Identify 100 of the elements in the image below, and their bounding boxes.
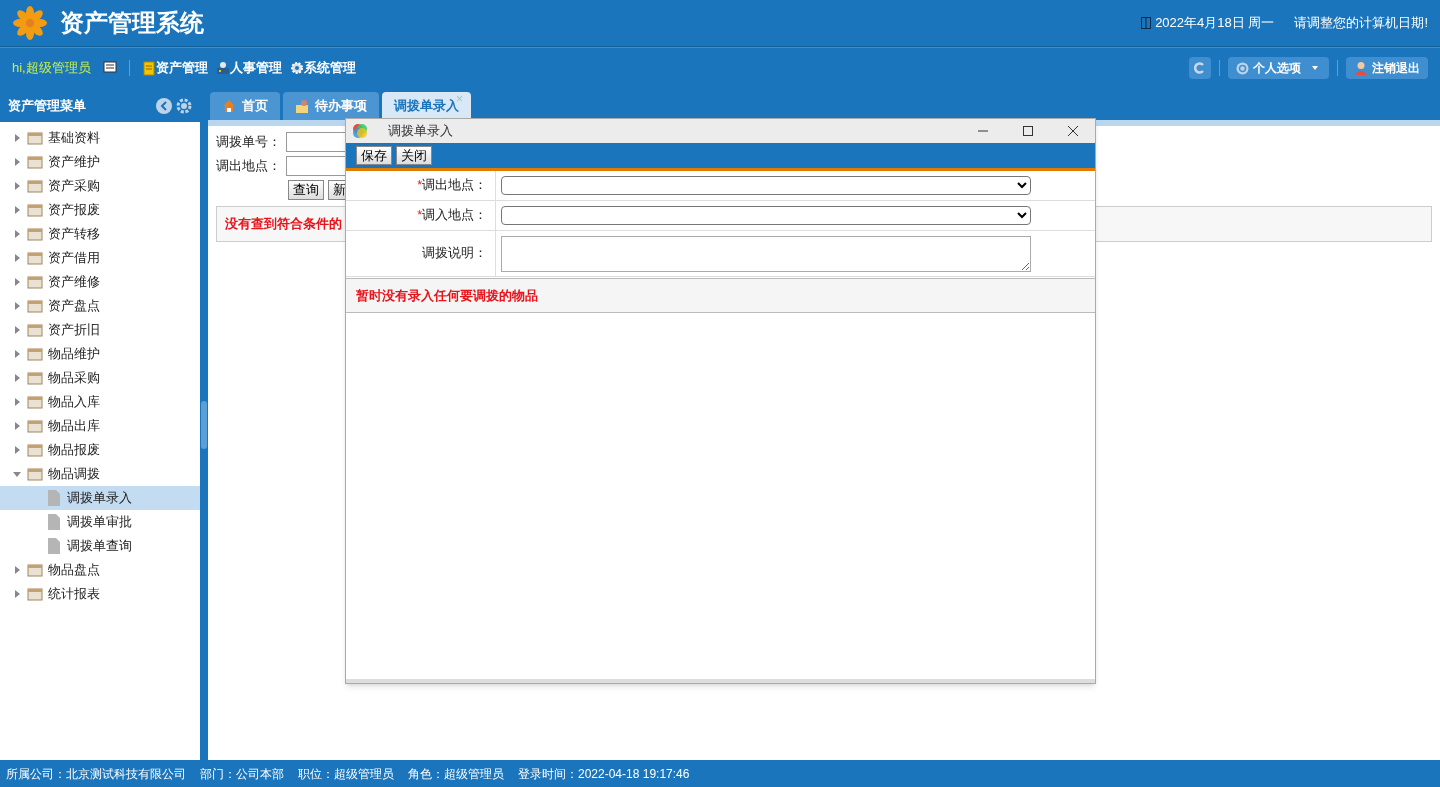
form-button[interactable]: 查询 <box>288 180 324 200</box>
folder-icon <box>27 394 43 410</box>
status-text: 角色：超级管理员 <box>408 765 504 783</box>
close-icon <box>1065 124 1080 138</box>
empty-message: 暂时没有录入任何要调拨的物品 <box>356 286 538 305</box>
folder-icon <box>27 178 43 194</box>
tree-item[interactable]: 物品调拨 <box>0 462 200 486</box>
folder-icon <box>27 274 43 290</box>
status-text: 职位：超级管理员 <box>298 765 394 783</box>
tree-subitem[interactable]: 调拨单审批 <box>0 510 200 534</box>
refresh-icon <box>1194 62 1206 74</box>
tree-label: 物品盘点 <box>48 561 100 579</box>
tree-label: 资产报废 <box>48 201 100 219</box>
tree-label: 资产借用 <box>48 249 100 267</box>
tree-item[interactable]: 物品采购 <box>0 366 200 390</box>
flower-logo-icon <box>12 5 48 41</box>
folder-icon <box>27 298 43 314</box>
status-text: 登录时间：2022-04-18 19:17:46 <box>518 765 690 783</box>
tree-item[interactable]: 资产采购 <box>0 174 200 198</box>
tree-label: 调拨单录入 <box>67 489 132 507</box>
folder-icon <box>27 586 43 602</box>
folder-icon <box>27 442 43 458</box>
tree-item[interactable]: 物品盘点 <box>0 558 200 582</box>
module-link[interactable]: 资产管理 <box>141 58 208 78</box>
tree-item[interactable]: 资产报废 <box>0 198 200 222</box>
color-wheel-icon <box>352 123 368 139</box>
tree-item[interactable]: 基础资料 <box>0 126 200 150</box>
greeting-text: hi,超级管理员 <box>12 59 91 78</box>
tree-item[interactable]: 资产盘点 <box>0 294 200 318</box>
folder-icon <box>27 418 43 434</box>
tree-label: 基础资料 <box>48 129 100 147</box>
toolbar-button[interactable]: 关闭 <box>396 146 432 165</box>
dropdown[interactable] <box>501 176 1031 195</box>
tree-item[interactable]: 资产维修 <box>0 270 200 294</box>
page-icon <box>47 490 61 506</box>
tree-subitem[interactable]: 调拨单录入 <box>0 486 200 510</box>
document-icon <box>141 60 156 76</box>
dialog-title: 调拨单录入 <box>388 122 454 140</box>
book-icon <box>1141 17 1152 29</box>
folder-icon <box>27 154 43 170</box>
app-title: 资产管理系统 <box>60 8 204 38</box>
status-text: 部门：公司本部 <box>200 765 284 783</box>
folder-icon <box>27 202 43 218</box>
tree-label: 资产转移 <box>48 225 100 243</box>
settings-button[interactable] <box>176 98 192 114</box>
tree-subitem[interactable]: 调拨单查询 <box>0 534 200 558</box>
tree-label: 物品报废 <box>48 441 100 459</box>
field-label: *调出地点： <box>417 177 487 195</box>
page-icon <box>47 538 61 554</box>
maximize-icon <box>1020 124 1035 138</box>
tree-item[interactable]: 资产转移 <box>0 222 200 246</box>
tree-label: 物品入库 <box>48 393 100 411</box>
folder-icon <box>27 226 43 242</box>
home-icon <box>222 99 236 113</box>
module-link[interactable]: 人事管理 <box>215 58 282 78</box>
status-text: 所属公司：北京测试科技有限公司 <box>6 765 186 783</box>
collapse-button[interactable] <box>156 98 172 114</box>
page-icon <box>47 514 61 530</box>
tree-label: 资产采购 <box>48 177 100 195</box>
folder-icon <box>27 562 43 578</box>
field-label: 调拨单号： <box>216 133 282 151</box>
tree-item[interactable]: 物品入库 <box>0 390 200 414</box>
gear-icon <box>289 60 304 76</box>
tree-item[interactable]: 物品报废 <box>0 438 200 462</box>
tree-label: 资产维修 <box>48 273 100 291</box>
field-label: 调出地点： <box>216 157 282 175</box>
message-icon <box>102 61 117 75</box>
tree-item[interactable]: 物品出库 <box>0 414 200 438</box>
field-label: *调入地点： <box>417 207 487 225</box>
tree-label: 物品调拨 <box>48 465 100 483</box>
tree-label: 物品采购 <box>48 369 100 387</box>
toolbar-button[interactable]: 保存 <box>356 146 392 165</box>
tree-item[interactable]: 物品维护 <box>0 342 200 366</box>
module-link[interactable]: 系统管理 <box>289 58 356 78</box>
refresh-button[interactable] <box>1189 57 1211 79</box>
dropdown[interactable] <box>501 206 1031 225</box>
tree-label: 物品出库 <box>48 417 100 435</box>
tree-label: 资产维护 <box>48 153 100 171</box>
tree-item[interactable]: 资产折旧 <box>0 318 200 342</box>
splitter-handle[interactable] <box>201 401 207 449</box>
text-area[interactable] <box>501 235 1031 272</box>
tree-item[interactable]: 资产借用 <box>0 246 200 270</box>
tree-label: 资产折旧 <box>48 321 100 339</box>
user-icon <box>1354 61 1368 75</box>
tree-label: 统计报表 <box>48 585 100 603</box>
tree-item[interactable]: 资产维护 <box>0 150 200 174</box>
folder-icon <box>27 250 43 266</box>
folder-icon <box>27 130 43 146</box>
folder-icon <box>27 466 43 482</box>
tree-item[interactable]: 统计报表 <box>0 582 200 606</box>
field-label: 调拨说明： <box>422 245 487 263</box>
sidebar-title: 资产管理菜单 <box>8 97 87 116</box>
folder-icon <box>27 346 43 362</box>
date-text: 2022年4月18日 周一 <box>1155 14 1275 33</box>
folder-icon <box>27 322 43 338</box>
folder-icon <box>27 370 43 386</box>
tree-label: 调拨单查询 <box>67 537 132 555</box>
empty-message: 没有查到符合条件的 <box>225 215 342 234</box>
caret-icon <box>1309 64 1321 72</box>
folder-person-icon <box>295 99 309 113</box>
